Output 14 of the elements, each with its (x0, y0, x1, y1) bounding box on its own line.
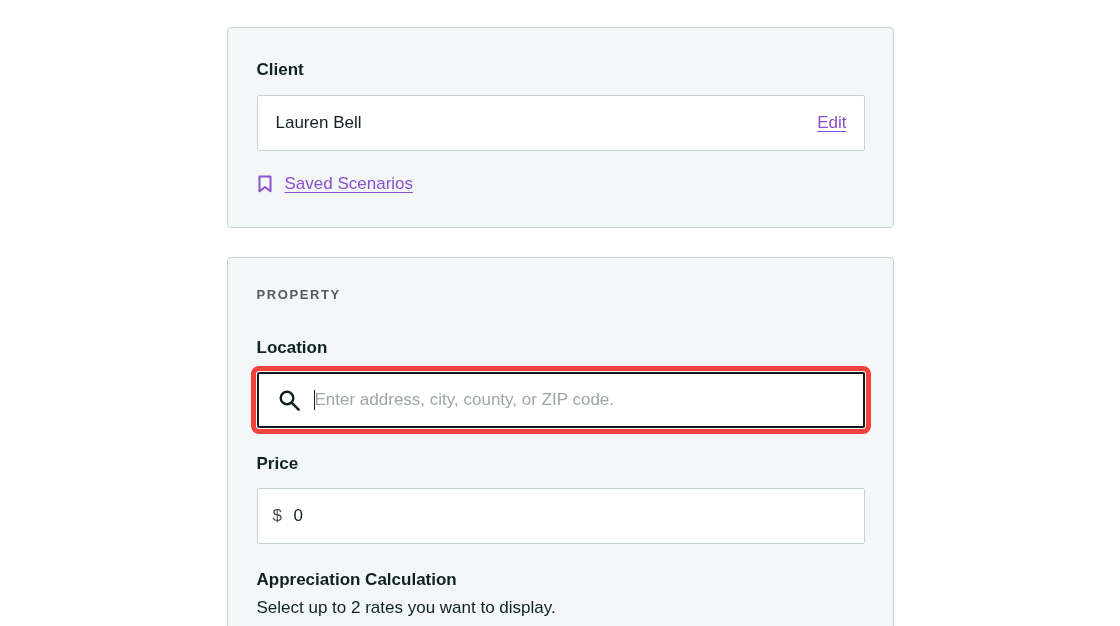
hint-text: Select up to 2 rates you want to display. (256, 597, 557, 619)
text-cursor-icon (313, 390, 315, 410)
field-label: Location (256, 337, 329, 359)
field-label: Client (256, 59, 305, 81)
client-name: Lauren Bell (275, 112, 362, 134)
bookmark-icon (257, 175, 272, 193)
section-heading: PROPERTY (256, 286, 342, 304)
field-label: Price (256, 453, 300, 475)
search-icon (278, 390, 300, 411)
currency-prefix: $ (272, 505, 282, 527)
search-field[interactable]: Enter address, city, county, or ZIP code. (256, 372, 865, 428)
section-title: Appreciation Calculation (256, 569, 458, 591)
saved-scenarios-link[interactable]: Saved Scenarios (284, 172, 414, 196)
edit-link[interactable]: Edit (817, 111, 847, 135)
